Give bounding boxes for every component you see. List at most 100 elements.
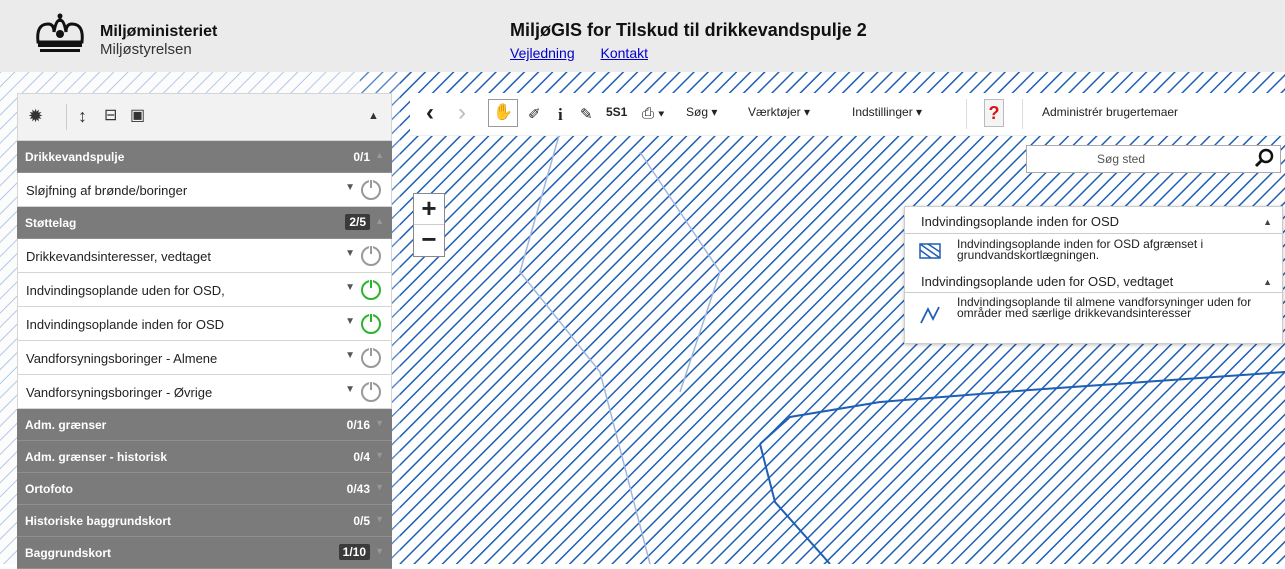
help-icon[interactable]: ? (984, 99, 1004, 127)
zoom-in-button[interactable]: + (414, 194, 444, 225)
settings-menu-label: Indstillinger (852, 105, 913, 119)
guide-link[interactable]: Vejledning (510, 45, 575, 61)
admin-themes-button[interactable]: Administrér brugertemaer (1042, 105, 1178, 119)
toolbar-divider (966, 99, 967, 129)
power-icon[interactable] (361, 313, 381, 334)
chevron-down-icon[interactable]: ▼ (345, 282, 355, 293)
legend-item-text: Indvindingsoplande inden for OSD afgræns… (957, 237, 1204, 262)
group-ortofoto[interactable]: Ortofoto 0/43 ▼ (17, 473, 392, 505)
layer-label: Indvindingsoplande inden for OSD (26, 317, 225, 332)
legend-divider (905, 233, 1282, 234)
group-count: 0/4 (353, 450, 370, 464)
layer-panel: ✹ ↕ ⊟ ▣ ▲ Drikkevandspulje 0/1 ▲ Sløjfni… (17, 93, 392, 569)
toolbar-divider (1022, 99, 1023, 129)
layer-label: Sløjfning af brønde/boringer (26, 183, 188, 198)
group-label: Støttelag (25, 216, 77, 230)
group-adm-graenser-historisk[interactable]: Adm. grænser - historisk 0/4 ▼ (17, 441, 392, 473)
settings-icon[interactable]: ✹ (28, 106, 43, 126)
measure-icon[interactable]: ✐ (528, 105, 541, 123)
org-name: Miljøministeriet (100, 23, 218, 40)
chevron-down-icon: ▼ (375, 450, 384, 460)
forward-icon[interactable]: › (458, 99, 466, 127)
legend-section-title: Indvindingsoplande uden for OSD, vedtage… (921, 274, 1174, 289)
group-count: 0/5 (353, 514, 370, 528)
power-icon[interactable] (361, 381, 381, 402)
org-subtitle: Miljøstyrelsen (100, 41, 192, 58)
power-icon[interactable] (361, 347, 381, 368)
search-menu[interactable]: Søg ▾ (686, 105, 717, 119)
group-label: Ortofoto (25, 482, 73, 496)
crown-logo (36, 13, 84, 52)
contact-link[interactable]: Kontakt (601, 45, 648, 61)
chevron-down-icon[interactable]: ▼ (345, 316, 355, 327)
power-icon[interactable] (361, 279, 381, 300)
group-count: 1/10 (338, 544, 370, 560)
group-label: Adm. grænser (25, 418, 107, 432)
chevron-down-icon: ▼ (375, 546, 384, 556)
layer-row[interactable]: Vandforsyningsboringer - Almene ▼ (17, 341, 392, 375)
legend-section-title: Indvindingsoplande inden for OSD (921, 214, 1120, 229)
collapse-icon[interactable]: ▲ (1263, 277, 1272, 287)
collapse-icon[interactable]: ▲ (1263, 217, 1272, 227)
place-search-input[interactable]: Søg sted (1026, 145, 1281, 173)
back-icon[interactable]: ‹ (426, 99, 434, 127)
zoom-out-button[interactable]: − (414, 225, 444, 255)
layer-label: Indvindingsoplande uden for OSD, (26, 283, 225, 298)
chevron-up-icon: ▲ (375, 216, 384, 226)
chevron-down-icon[interactable]: ▼ (345, 248, 355, 259)
page-title: MiljøGIS for Tilskud til drikkevandspulj… (510, 20, 867, 40)
app-header: Miljøministeriet Miljøstyrelsen MiljøGIS… (0, 0, 1285, 73)
search-placeholder: Søg sted (1097, 152, 1146, 166)
tools-menu[interactable]: Værktøjer ▾ (748, 105, 810, 119)
legend-panel: Indvindingsoplande inden for OSD ▲ Indvi… (904, 206, 1283, 344)
group-label: Adm. grænser - historisk (25, 450, 168, 464)
chevron-up-icon: ▲ (375, 150, 384, 160)
group-count: 0/1 (353, 150, 370, 164)
add-layer-icon[interactable]: ▣ (130, 106, 145, 126)
legend-item-text: Indvindingsoplande til almene vandforsyn… (957, 295, 1252, 320)
group-count: 0/16 (346, 418, 370, 432)
settings-menu[interactable]: Indstillinger ▾ (852, 105, 922, 119)
collapse-panel-icon[interactable]: ▲ (368, 106, 379, 126)
search-menu-label: Søg (686, 105, 709, 119)
map-toolbar: ‹ › ✋ ✐ i ✎ 5S1 ⎙ ▾ Søg ▾ Værktøjer ▾ In… (410, 93, 1285, 136)
layer-label: Drikkevandsinteresser, vedtaget (26, 249, 211, 264)
group-label: Historiske baggrundskort (25, 514, 172, 528)
group-label: Baggrundskort (25, 546, 112, 560)
group-drikkevandspulje[interactable]: Drikkevandspulje 0/1 ▲ (17, 141, 392, 173)
pan-hand-icon[interactable]: ✋ (488, 99, 518, 127)
layer-list-icon[interactable]: ⊟ (104, 106, 117, 126)
group-stottelag[interactable]: Støttelag 2/5 ▲ (17, 207, 392, 239)
chevron-down-icon: ▼ (375, 482, 384, 492)
layer-label: Vandforsyningsboringer - Almene (26, 351, 218, 366)
coordinate-tool[interactable]: 5S1 (606, 105, 627, 119)
tools-menu-label: Værktøjer (748, 105, 801, 119)
group-baggrundskort[interactable]: Baggrundskort 1/10 ▼ (17, 537, 392, 569)
layer-row[interactable]: Indvindingsoplande uden for OSD, ▼ (17, 273, 392, 307)
reorder-icon[interactable]: ↕ (78, 106, 87, 126)
layer-row[interactable]: Sløjfning af brønde/boringer ▼ (17, 173, 392, 207)
layer-row[interactable]: Indvindingsoplande inden for OSD ▼ (17, 307, 392, 341)
hatched-area-icon (919, 243, 941, 259)
line-symbol-icon (920, 306, 940, 324)
group-count: 0/43 (346, 482, 370, 496)
zoom-control: + − (413, 193, 445, 257)
power-icon[interactable] (361, 245, 381, 266)
power-icon[interactable] (361, 179, 381, 200)
group-label: Drikkevandspulje (25, 150, 125, 164)
panel-toolbar: ✹ ↕ ⊟ ▣ ▲ (17, 93, 392, 141)
layer-row[interactable]: Drikkevandsinteresser, vedtaget ▼ (17, 239, 392, 273)
print-icon[interactable]: ⎙ ▾ (642, 105, 664, 122)
chevron-down-icon[interactable]: ▼ (345, 182, 355, 193)
chevron-down-icon[interactable]: ▼ (345, 384, 355, 395)
draw-icon[interactable]: ✎ (580, 105, 593, 123)
group-adm-graenser[interactable]: Adm. grænser 0/16 ▼ (17, 409, 392, 441)
layer-label: Vandforsyningsboringer - Øvrige (26, 385, 213, 400)
chevron-down-icon[interactable]: ▼ (345, 350, 355, 361)
chevron-down-icon: ▼ (375, 514, 384, 524)
group-historiske-baggrundskort[interactable]: Historiske baggrundskort 0/5 ▼ (17, 505, 392, 537)
chevron-down-icon: ▼ (375, 418, 384, 428)
search-icon[interactable] (1254, 148, 1274, 168)
info-icon[interactable]: i (558, 105, 563, 125)
layer-row[interactable]: Vandforsyningsboringer - Øvrige ▼ (17, 375, 392, 409)
